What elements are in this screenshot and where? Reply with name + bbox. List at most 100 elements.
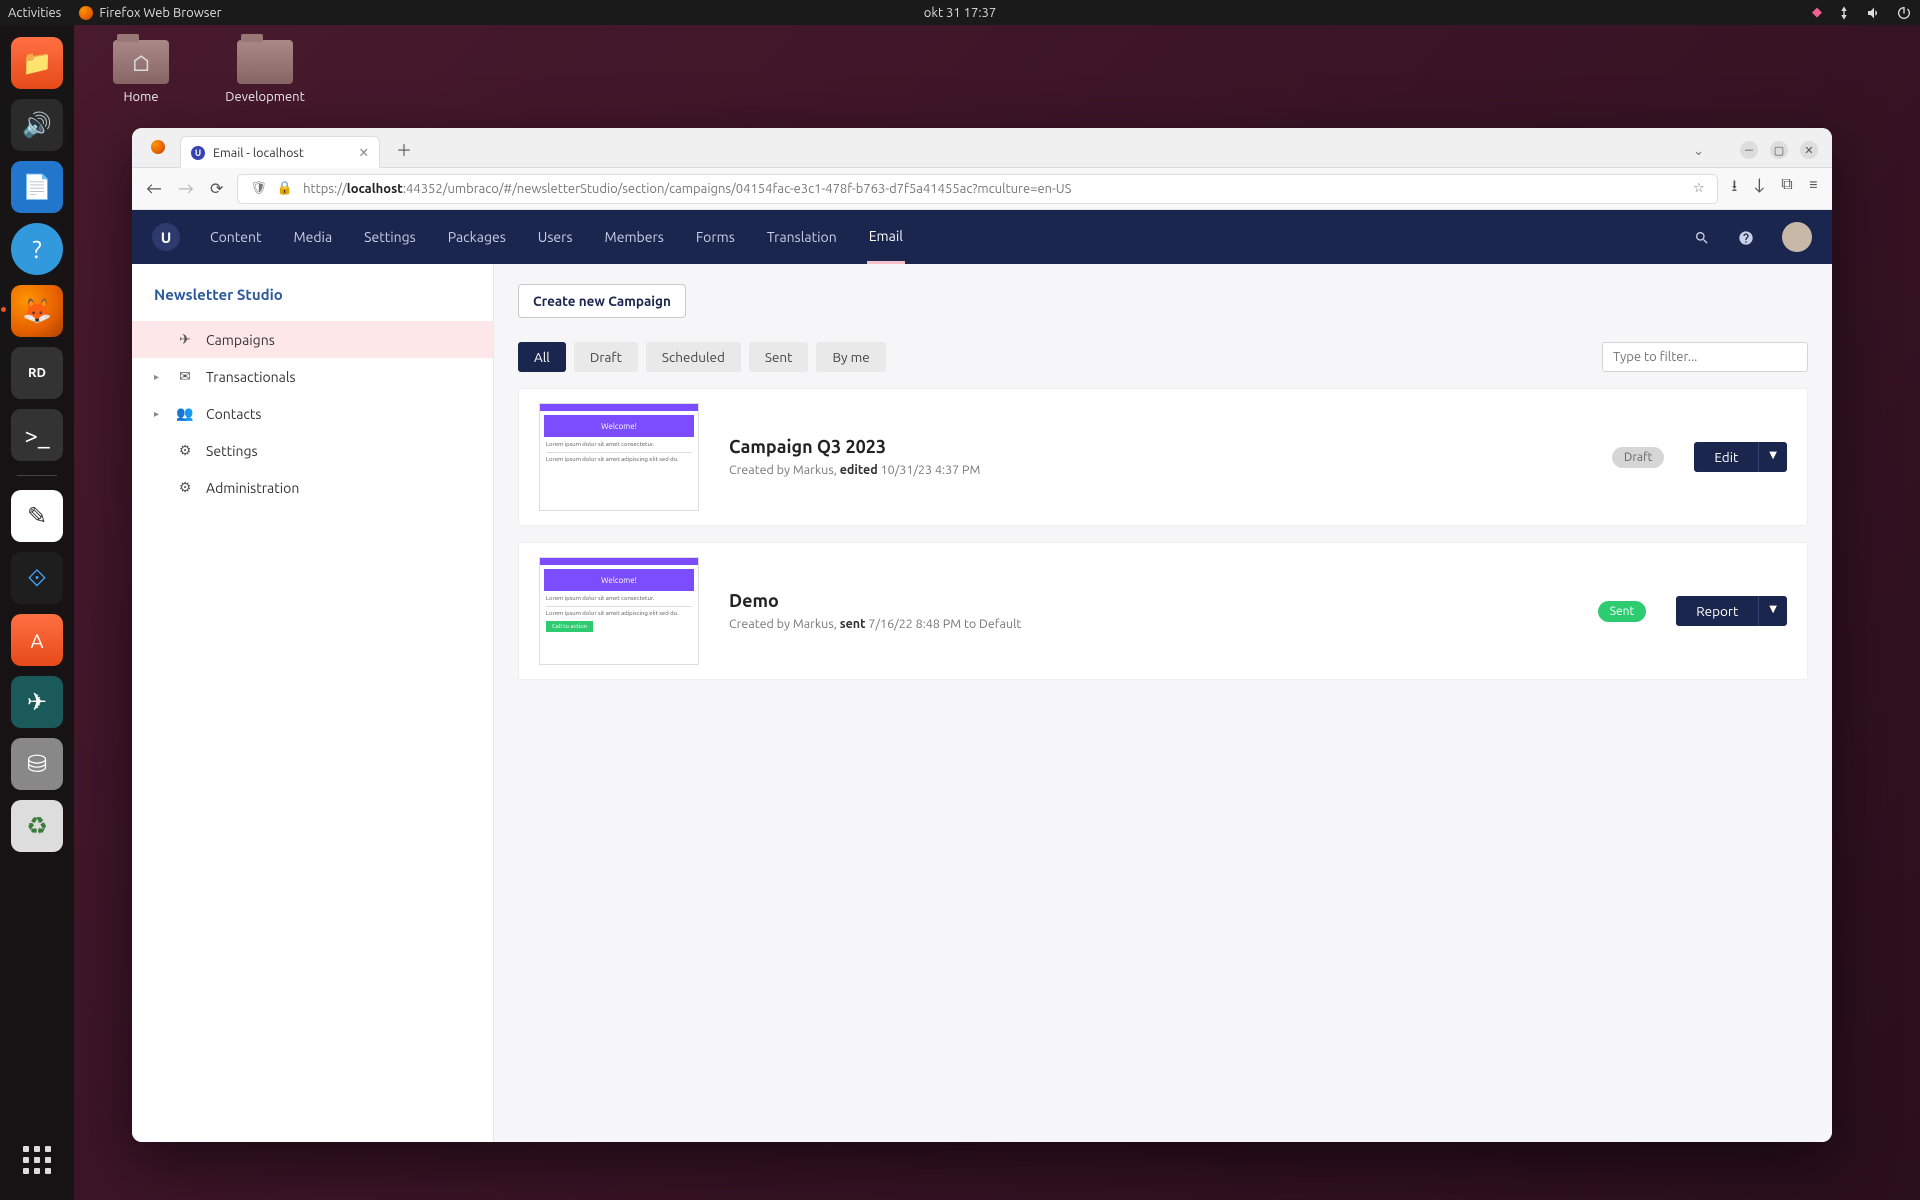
dock-writer[interactable]: 📄 bbox=[11, 161, 63, 213]
browser-tab[interactable]: U Email - localhost ✕ bbox=[180, 136, 380, 168]
filter-by-me[interactable]: By me bbox=[816, 342, 885, 372]
dock-trash[interactable]: ♻ bbox=[11, 800, 63, 852]
filter-input[interactable] bbox=[1602, 342, 1808, 372]
campaign-title: Campaign Q3 2023 bbox=[729, 437, 1582, 457]
dock-disks[interactable]: ⛁ bbox=[11, 738, 63, 790]
campaign-thumbnail[interactable]: Welcome! Lorem ipsum dolor sit amet cons… bbox=[539, 557, 699, 665]
desktop-home-folder[interactable]: ⌂ Home bbox=[96, 40, 186, 104]
dock-vscode[interactable]: ⟐ bbox=[11, 552, 63, 604]
activities-button[interactable]: Activities bbox=[8, 6, 61, 20]
firefox-app-icon[interactable] bbox=[142, 131, 174, 163]
network-icon[interactable] bbox=[1836, 5, 1852, 21]
lock-icon: 🔒 bbox=[277, 181, 293, 196]
send-icon: ✈ bbox=[176, 331, 194, 348]
hamburger-menu-icon[interactable]: ≡ bbox=[1809, 175, 1818, 202]
sidebar-item-administration[interactable]: ⚙Administration bbox=[132, 469, 493, 506]
nav-back-icon[interactable]: ← bbox=[146, 179, 162, 198]
dock-text-editor[interactable]: ✎ bbox=[11, 490, 63, 542]
action-dropdown[interactable]: ▼ bbox=[1758, 442, 1787, 472]
nav-packages[interactable]: Packages bbox=[446, 212, 508, 262]
create-campaign-button[interactable]: Create new Campaign bbox=[518, 284, 686, 318]
firefox-tabbar: U Email - localhost ✕ ＋ ⌄ － ▢ ✕ bbox=[132, 128, 1832, 168]
dock-app1[interactable]: ✈ bbox=[11, 676, 63, 728]
window-minimize[interactable]: － bbox=[1740, 141, 1758, 159]
campaign-action: Report ▼ bbox=[1676, 596, 1787, 626]
tab-close-icon[interactable]: ✕ bbox=[359, 145, 369, 160]
status-badge: Sent bbox=[1598, 601, 1646, 622]
dock-rider[interactable]: RD bbox=[11, 347, 63, 399]
window-maximize[interactable]: ▢ bbox=[1770, 141, 1788, 159]
mail-icon: ✉ bbox=[176, 368, 194, 385]
dock-files[interactable]: 📁 bbox=[11, 37, 63, 89]
home-icon: ⌂ bbox=[113, 40, 169, 84]
power-icon[interactable] bbox=[1896, 5, 1912, 21]
sidebar-item-transactionals[interactable]: ▸ ✉ Transactionals bbox=[132, 358, 493, 395]
dock-music[interactable]: 🔊 bbox=[11, 99, 63, 151]
campaign-thumbnail[interactable]: Welcome! Lorem ipsum dolor sit amet cons… bbox=[539, 403, 699, 511]
dock-show-apps[interactable] bbox=[11, 1134, 63, 1186]
firefox-window: U Email - localhost ✕ ＋ ⌄ － ▢ ✕ ← → ⟳ 🛡 … bbox=[132, 128, 1832, 1142]
nav-reload-icon[interactable]: ⟳ bbox=[210, 179, 223, 198]
action-dropdown[interactable]: ▼ bbox=[1758, 596, 1787, 626]
dock-firefox[interactable]: 🦊 bbox=[11, 285, 63, 337]
filter-scheduled[interactable]: Scheduled bbox=[646, 342, 741, 372]
topbar-app-indicator[interactable]: Firefox Web Browser bbox=[79, 6, 221, 20]
url-bar[interactable]: 🛡 🔒 https://localhost:44352/umbraco/#/ne… bbox=[237, 174, 1717, 204]
nav-content[interactable]: Content bbox=[208, 212, 263, 262]
campaign-title: Demo bbox=[729, 591, 1568, 611]
dock-terminal[interactable]: >_ bbox=[11, 409, 63, 461]
new-tab-button[interactable]: ＋ bbox=[390, 135, 418, 163]
report-button[interactable]: Report bbox=[1676, 596, 1758, 626]
volume-icon[interactable] bbox=[1866, 5, 1882, 21]
nav-translation[interactable]: Translation bbox=[765, 212, 839, 262]
filter-all[interactable]: All bbox=[518, 342, 566, 372]
user-avatar[interactable] bbox=[1782, 222, 1812, 252]
sidebar-item-campaigns[interactable]: ✈Campaigns bbox=[132, 321, 493, 358]
campaign-meta: Created by Markus, edited 10/31/23 4:37 … bbox=[729, 463, 1582, 477]
search-icon[interactable] bbox=[1694, 228, 1710, 245]
downloads-icon[interactable]: ↓ bbox=[1753, 175, 1765, 202]
filter-sent[interactable]: Sent bbox=[749, 342, 809, 372]
help-icon[interactable] bbox=[1738, 228, 1754, 245]
nav-media[interactable]: Media bbox=[291, 212, 334, 262]
nav-forms[interactable]: Forms bbox=[694, 212, 737, 262]
gear-icon: ⚙ bbox=[176, 479, 194, 496]
sidebar-item-contacts[interactable]: ▸👥Contacts bbox=[132, 395, 493, 432]
umbraco-app: U Content Media Settings Packages Users Membe… bbox=[132, 210, 1832, 1142]
topbar-app-label: Firefox Web Browser bbox=[99, 6, 221, 20]
window-close[interactable]: ✕ bbox=[1800, 141, 1818, 159]
umbraco-topnav: U Content Media Settings Packages Users Membe… bbox=[132, 210, 1832, 264]
pocket-icon[interactable]: ⭳ bbox=[1732, 175, 1738, 202]
bookmark-star-icon[interactable]: ☆ bbox=[1693, 181, 1705, 196]
nav-members[interactable]: Members bbox=[603, 212, 666, 262]
dock-separator bbox=[17, 475, 57, 476]
topbar-clock[interactable]: okt 31 17:37 bbox=[924, 6, 996, 20]
sidebar-item-settings[interactable]: ⚙Settings bbox=[132, 432, 493, 469]
dock-help[interactable]: ? bbox=[11, 223, 63, 275]
nav-settings[interactable]: Settings bbox=[362, 212, 418, 262]
sidebar-item-label: Settings bbox=[206, 443, 258, 459]
extensions-icon[interactable]: ⧉ bbox=[1781, 175, 1792, 202]
nav-email[interactable]: Email bbox=[867, 211, 905, 264]
status-badge: Draft bbox=[1612, 447, 1664, 468]
umbraco-logo[interactable]: U bbox=[152, 223, 180, 251]
tab-list-button[interactable]: ⌄ bbox=[1693, 144, 1704, 159]
accessibility-icon[interactable]: ◆ bbox=[1812, 5, 1822, 20]
sidebar-item-label: Transactionals bbox=[206, 369, 296, 385]
desktop-dev-folder[interactable]: Development bbox=[220, 40, 310, 104]
url-text: https://localhost:44352/umbraco/#/newsle… bbox=[303, 182, 1683, 196]
edit-button[interactable]: Edit bbox=[1694, 442, 1758, 472]
section-title: Newsletter Studio bbox=[132, 264, 493, 321]
tab-favicon: U bbox=[191, 146, 205, 160]
expand-icon[interactable]: ▸ bbox=[154, 371, 164, 383]
gnome-topbar: Activities Firefox Web Browser okt 31 17… bbox=[0, 0, 1920, 25]
nav-users[interactable]: Users bbox=[536, 212, 575, 262]
expand-icon[interactable]: ▸ bbox=[154, 408, 164, 420]
desktop-dev-label: Development bbox=[225, 90, 304, 104]
campaign-action: Edit ▼ bbox=[1694, 442, 1787, 472]
dock-software[interactable]: A bbox=[11, 614, 63, 666]
tab-title: Email - localhost bbox=[213, 146, 304, 160]
sidebar-item-label: Contacts bbox=[206, 406, 262, 422]
nav-forward-icon[interactable]: → bbox=[178, 179, 194, 198]
filter-draft[interactable]: Draft bbox=[574, 342, 638, 372]
